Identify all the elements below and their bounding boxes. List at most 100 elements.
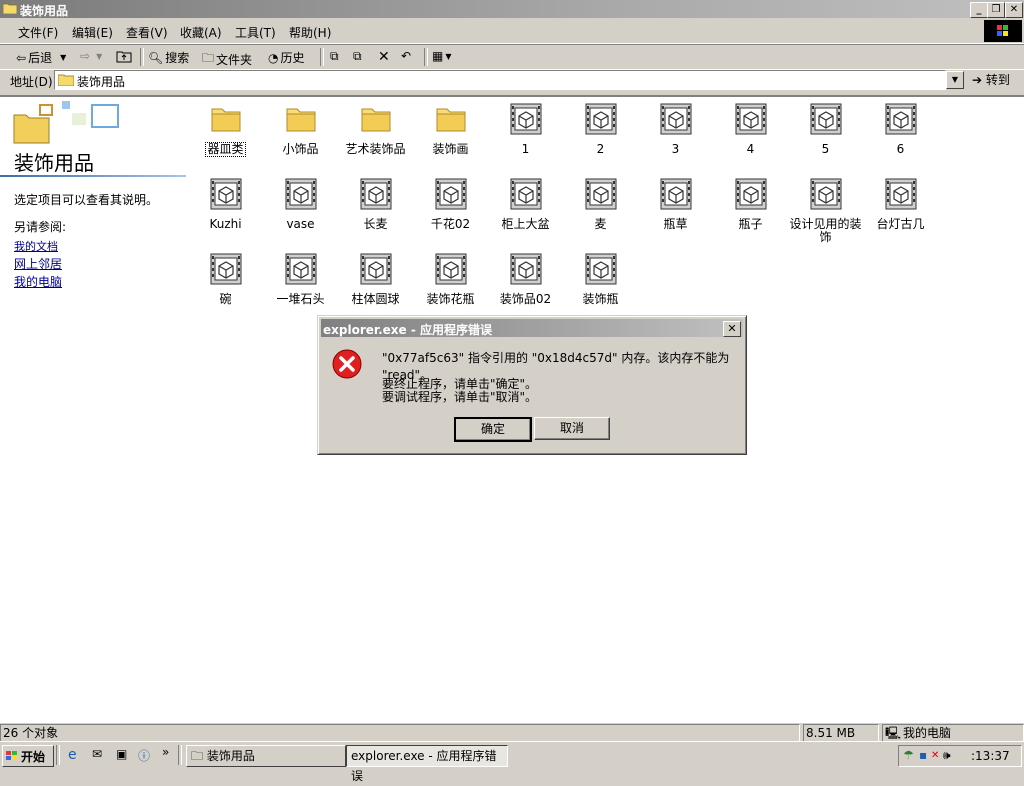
monitor-icon[interactable]: ▪	[919, 748, 927, 762]
file-item[interactable]: 装饰花瓶	[413, 249, 488, 321]
folder-item[interactable]: 艺术装饰品	[338, 99, 413, 171]
task-folder-button[interactable]: 🗀 装饰用品	[186, 745, 346, 767]
file-item[interactable]: 3	[638, 99, 713, 171]
menu-favorites[interactable]: 收藏(A)	[180, 24, 222, 41]
item-label: 台灯古几	[876, 217, 925, 231]
start-button[interactable]: 开始	[2, 745, 54, 767]
film-model-icon	[788, 103, 863, 135]
folder-item[interactable]: 器皿类	[188, 99, 263, 171]
file-item[interactable]: 长麦	[338, 174, 413, 246]
file-item[interactable]: 瓶子	[713, 174, 788, 246]
menu-edit[interactable]: 编辑(E)	[72, 24, 113, 41]
dialog-close-button[interactable]: ✕	[723, 321, 741, 337]
error-icon	[332, 349, 362, 379]
film-model-icon	[188, 178, 263, 210]
menu-tools[interactable]: 工具(T)	[235, 24, 276, 41]
menu-help[interactable]: 帮助(H)	[289, 24, 331, 41]
search-button[interactable]: 🔍︎ 搜索	[148, 49, 189, 66]
info-panel: 装饰用品 选定项目可以查看其说明。 另请参阅: 我的文档 网上邻居 我的电脑	[0, 97, 186, 717]
film-model-icon	[788, 178, 863, 210]
history-button[interactable]: ◔ 历史	[268, 49, 305, 66]
ok-button[interactable]: 确定	[454, 417, 532, 442]
item-label: 设计见用的装饰	[789, 217, 862, 244]
error-dialog: explorer.exe - 应用程序错误 ✕ "0x77af5c63" 指令引…	[317, 315, 747, 455]
file-item[interactable]: 千花02	[413, 174, 488, 246]
network-icon[interactable]: ☂	[903, 748, 914, 762]
folder-item[interactable]: 小饰品	[263, 99, 338, 171]
more-icon[interactable]: »	[162, 745, 169, 759]
up-folder-button[interactable]	[116, 49, 132, 63]
film-model-icon	[338, 253, 413, 285]
toolbar: ⇦ 后退 ▼ ⇨ ▼ 🔍︎ 搜索 🗀 文件夹 ◔ 历史 ⧉ ⧉ ✕ ↶ ▦ ▼	[0, 44, 1024, 70]
desktop-icon[interactable]: ▣	[116, 747, 127, 761]
volume-icon[interactable]: 🕪	[943, 748, 951, 763]
minimize-button[interactable]: _	[970, 2, 988, 18]
file-item[interactable]: 柱体圆球	[338, 249, 413, 321]
folder-icon	[58, 74, 74, 86]
file-item[interactable]: 装饰瓶	[563, 249, 638, 321]
file-item[interactable]: 麦	[563, 174, 638, 246]
folder-icon: 🗀	[191, 749, 204, 763]
file-item[interactable]: 6	[863, 99, 938, 171]
file-item[interactable]: 设计见用的装饰	[788, 174, 863, 246]
folder-icon	[188, 103, 263, 135]
file-item[interactable]: 2	[563, 99, 638, 171]
task-error-button[interactable]: explorer.exe - 应用程序错误	[346, 745, 508, 783]
file-item[interactable]: Kuzhi	[188, 174, 263, 246]
chevron-down-icon: ▼	[60, 53, 67, 62]
folders-button[interactable]: 🗀 文件夹	[202, 49, 252, 70]
ie-icon[interactable]: e	[68, 747, 77, 763]
link-my-documents[interactable]: 我的文档	[14, 238, 58, 254]
address-dropdown-button[interactable]: ▼	[946, 71, 964, 89]
item-label: 装饰画	[432, 142, 469, 156]
item-label: 5	[821, 142, 830, 156]
file-item[interactable]: 瓶草	[638, 174, 713, 246]
address-input[interactable]: 装饰用品	[54, 70, 946, 90]
views-button[interactable]: ▦ ▼	[432, 49, 452, 63]
dialog-title-bar[interactable]: explorer.exe - 应用程序错误 ✕	[321, 319, 743, 337]
file-item[interactable]: 4	[713, 99, 788, 171]
title-divider	[0, 175, 186, 177]
cancel-button[interactable]: 取消	[534, 417, 610, 440]
restore-button[interactable]: ❐	[987, 2, 1005, 18]
clock[interactable]: :13:37	[971, 749, 1010, 763]
info-icon[interactable]: ⓘ	[138, 747, 150, 764]
item-label: 瓶子	[738, 217, 763, 231]
item-label: 长麦	[363, 217, 388, 231]
item-label: 装饰花瓶	[426, 292, 475, 306]
close-button[interactable]: ✕	[1005, 2, 1023, 18]
title-bar[interactable]: 装饰用品 _ ❐ ✕	[0, 0, 1024, 18]
file-item[interactable]: 一堆石头	[263, 249, 338, 321]
file-item[interactable]: 碗	[188, 249, 263, 321]
item-label: 装饰品02	[499, 292, 552, 306]
forward-button[interactable]: ⇨ ▼	[80, 49, 102, 63]
delete-button[interactable]: ✕	[378, 49, 390, 65]
file-item[interactable]: 1	[488, 99, 563, 171]
undo-button[interactable]: ↶	[401, 49, 411, 63]
item-label: 装饰瓶	[582, 292, 619, 306]
menu-view[interactable]: 查看(V)	[126, 24, 168, 41]
error-debug-hint: 要调试程序，请单击"取消"。	[382, 390, 538, 404]
file-item[interactable]: vase	[263, 174, 338, 246]
file-item[interactable]: 装饰品02	[488, 249, 563, 321]
film-model-icon	[338, 178, 413, 210]
back-button[interactable]: ⇦ 后退 ▼	[16, 49, 66, 66]
film-model-icon	[263, 253, 338, 285]
file-item[interactable]: 5	[788, 99, 863, 171]
link-network-places[interactable]: 网上邻居	[14, 255, 62, 272]
file-item[interactable]: 柜上大盆	[488, 174, 563, 246]
link-my-computer[interactable]: 我的电脑	[14, 273, 62, 290]
item-label: 小饰品	[282, 142, 319, 156]
disconnect-icon[interactable]: ✕	[931, 750, 939, 761]
item-label: Kuzhi	[209, 217, 242, 231]
folder-item[interactable]: 装饰画	[413, 99, 488, 171]
film-model-icon	[488, 178, 563, 210]
outlook-icon[interactable]: ✉	[92, 747, 102, 761]
menu-file[interactable]: 文件(F)	[18, 24, 58, 41]
move-to-button[interactable]: ⧉	[330, 49, 339, 64]
chevron-down-icon: ▼	[96, 51, 103, 61]
copy-to-button[interactable]: ⧉	[353, 49, 362, 64]
file-item[interactable]: 台灯古几	[863, 174, 938, 246]
windows-logo	[984, 20, 1022, 42]
go-button[interactable]: ➔ 转到	[972, 71, 1010, 88]
